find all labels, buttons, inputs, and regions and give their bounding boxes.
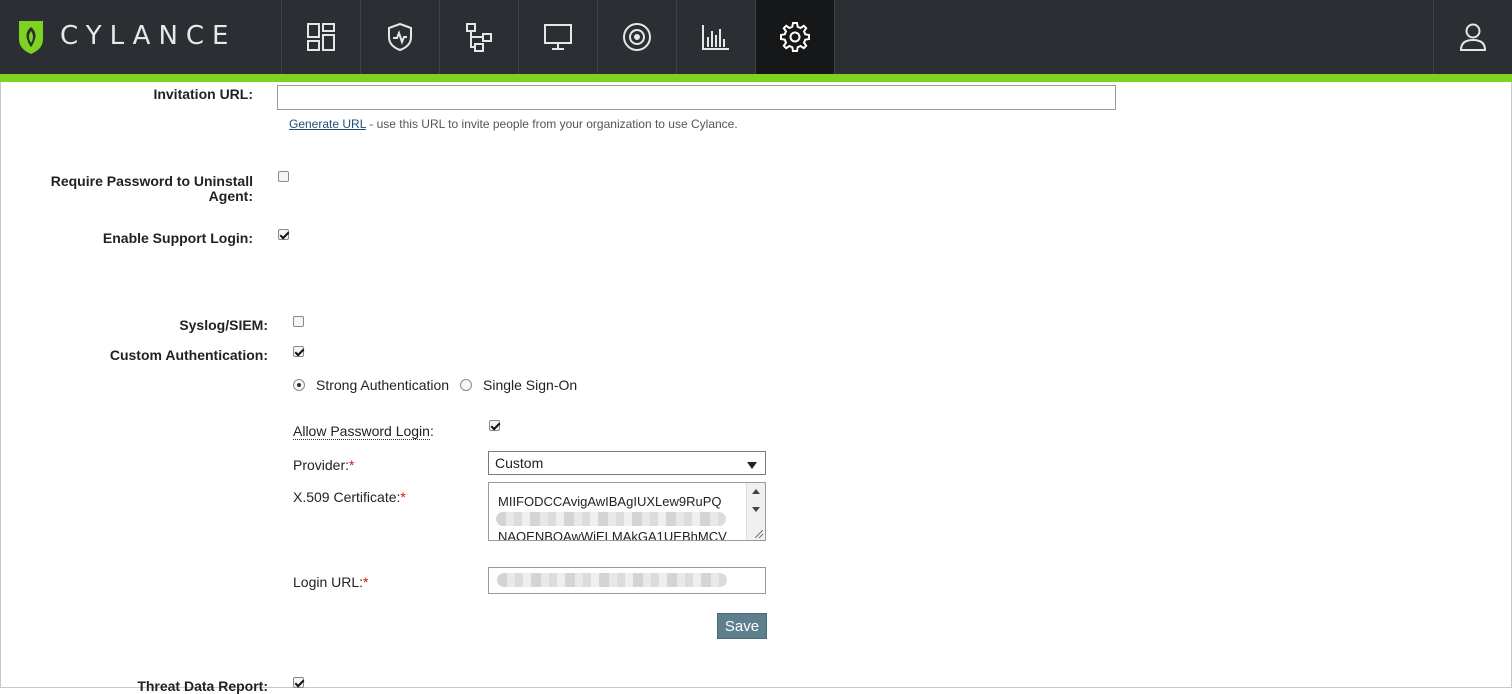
- provider-required-mark: *: [349, 457, 355, 473]
- strong-auth-radio[interactable]: [293, 379, 305, 391]
- certificate-label: X.509 Certificate:*: [293, 489, 406, 505]
- login-url-label: Login URL:*: [293, 574, 369, 590]
- support-login-label: Enable Support Login:: [102, 230, 253, 246]
- redacted-certificate-line: [496, 512, 726, 526]
- sso-label: Single Sign-On: [483, 377, 578, 393]
- login-url-input[interactable]: [488, 567, 766, 594]
- nav-devices[interactable]: [518, 0, 597, 74]
- allow-password-login-colon: :: [429, 423, 434, 439]
- main-nav: [281, 0, 835, 74]
- target-icon: [623, 23, 651, 51]
- generate-url-link[interactable]: Generate URL: [289, 117, 366, 131]
- provider-select[interactable]: Custom: [488, 451, 766, 475]
- nav-protection[interactable]: [360, 0, 439, 74]
- top-nav-bar: CYLANCE: [0, 0, 1512, 82]
- certificate-textarea[interactable]: MIIFODCCAvigAwIBAgIUXLew9RuPQ NAOENBOAwW…: [488, 482, 766, 541]
- syslog-checkbox[interactable]: [293, 316, 304, 327]
- cylance-logo[interactable]: CYLANCE: [16, 16, 236, 56]
- login-url-required-mark: *: [363, 574, 369, 590]
- provider-selected-value: Custom: [495, 455, 544, 471]
- brand-name: CYLANCE: [60, 21, 237, 51]
- certificate-line-1: MIIFODCCAvigAwIBAgIUXLew9RuPQ: [498, 494, 722, 509]
- support-login-checkbox[interactable]: [278, 229, 289, 240]
- dashboard-icon: [307, 23, 335, 51]
- custom-auth-checkbox[interactable]: [293, 346, 304, 357]
- nav-threats[interactable]: [597, 0, 676, 74]
- require-password-checkbox[interactable]: [278, 171, 289, 182]
- login-url-label-text: Login URL:: [293, 574, 364, 590]
- require-password-label-line2: Agent:: [208, 188, 253, 204]
- nav-reports[interactable]: [676, 0, 755, 74]
- user-menu[interactable]: [1433, 0, 1512, 74]
- certificate-required-mark: *: [400, 489, 406, 505]
- scroll-down-icon[interactable]: [752, 507, 760, 512]
- custom-auth-label: Custom Authentication:: [109, 347, 268, 363]
- provider-label: Provider:*: [293, 457, 354, 473]
- sso-radio[interactable]: [460, 379, 472, 391]
- hierarchy-icon: [466, 23, 492, 52]
- scroll-up-icon[interactable]: [752, 489, 760, 494]
- invitation-url-hint-row: Generate URL - use this URL to invite pe…: [289, 117, 738, 131]
- resize-grip-icon[interactable]: [755, 530, 763, 538]
- provider-label-text: Provider:: [293, 457, 350, 473]
- certificate-label-text: X.509 Certificate:: [293, 489, 401, 505]
- allow-password-login-checkbox[interactable]: [489, 420, 500, 431]
- gear-icon: [780, 22, 810, 52]
- nav-dashboard[interactable]: [281, 0, 360, 74]
- cylance-logo-icon: [19, 21, 43, 54]
- threat-data-report-label: Threat Data Report:: [137, 678, 268, 694]
- save-button[interactable]: Save: [717, 613, 767, 639]
- redacted-login-url: [497, 573, 727, 587]
- shield-pulse-icon: [388, 22, 412, 52]
- require-password-label: Require Password to Uninstall Agent:: [20, 174, 253, 204]
- invitation-url-label: Invitation URL:: [153, 86, 253, 102]
- strong-auth-label: Strong Authentication: [316, 377, 450, 393]
- invitation-url-hint: - use this URL to invite people from you…: [365, 117, 738, 131]
- monitor-icon: [544, 24, 572, 50]
- threat-data-report-checkbox[interactable]: [293, 677, 304, 688]
- allow-password-login-label: Allow Password Login:: [293, 423, 434, 440]
- bar-chart-icon: [702, 25, 729, 50]
- require-password-label-line1: Require Password to Uninstall: [50, 173, 253, 189]
- user-icon: [1459, 23, 1487, 51]
- nav-settings[interactable]: [755, 0, 835, 74]
- dropdown-arrow-icon: [747, 462, 757, 469]
- invitation-url-input[interactable]: [277, 85, 1116, 110]
- certificate-line-3: NAOENBOAwWiELMAkGA1UEBhMCV: [498, 529, 727, 541]
- allow-password-login-text: Allow Password Login: [293, 423, 430, 440]
- nav-zones[interactable]: [439, 0, 518, 74]
- syslog-label: Syslog/SIEM:: [179, 317, 268, 333]
